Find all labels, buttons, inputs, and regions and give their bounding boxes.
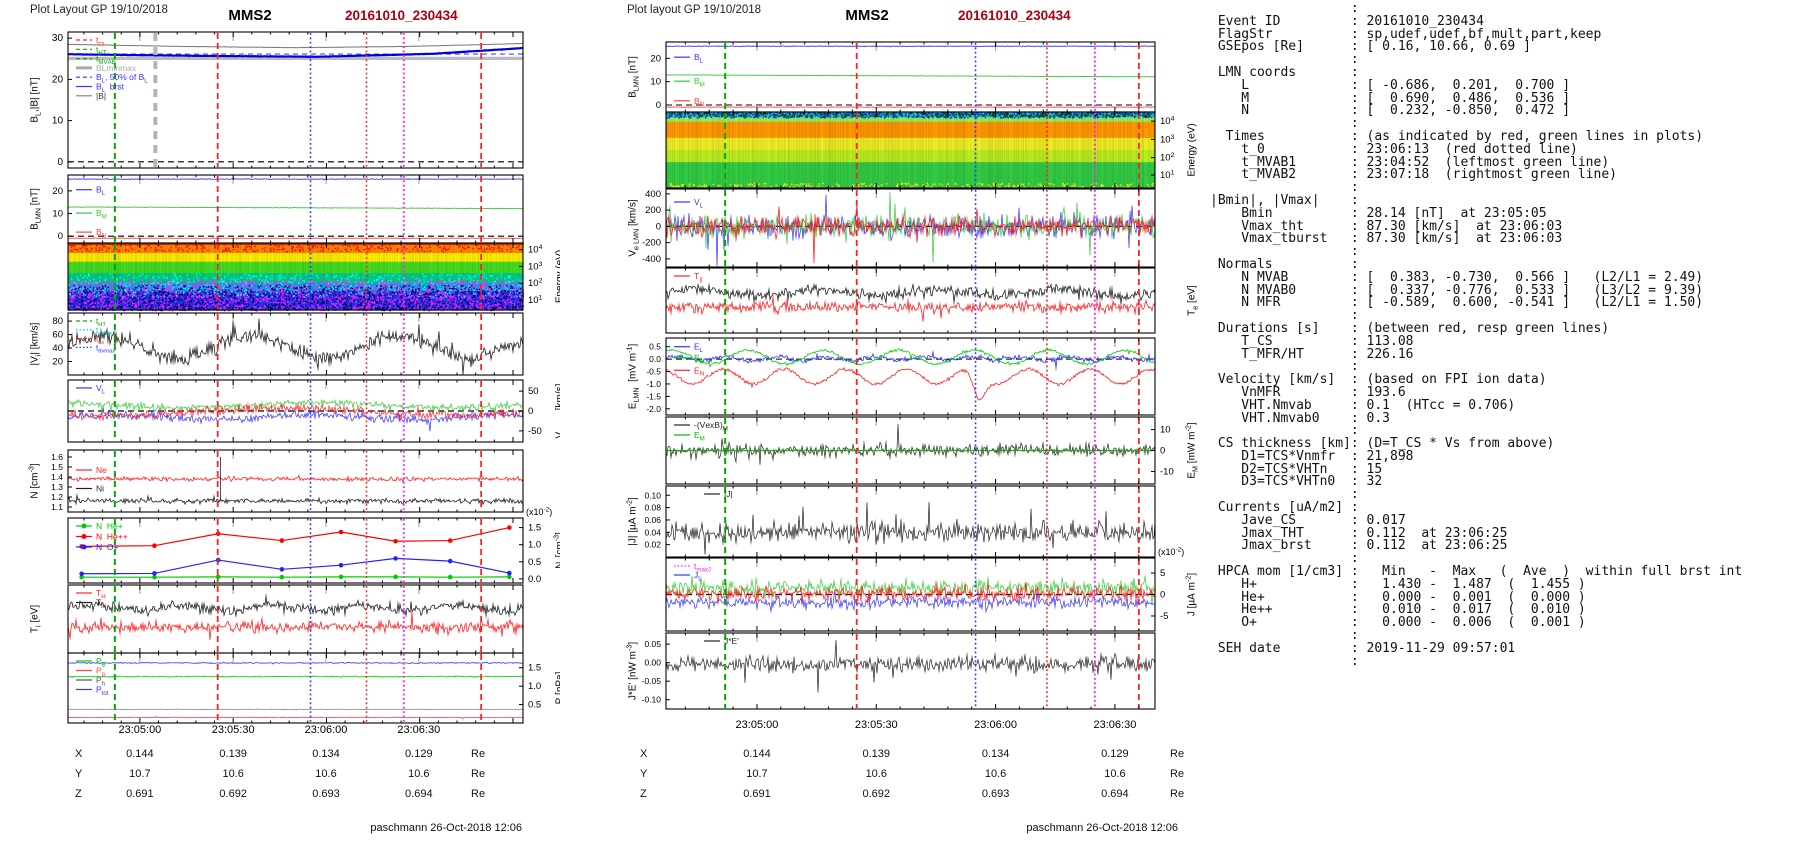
plot-footer: paschmann 26-Oct-2018 12:06 [1026,822,1178,834]
middle-plot-canvas [590,28,1204,818]
info-text: : Event ID : 20161010_230434 FlagStr : s… [1210,3,1804,668]
left-plot-canvas [0,28,560,818]
left-plot-column: Plot Layout GP 19/10/2018 MMS2 20161010_… [0,0,560,841]
info-panel: : Event ID : 20161010_230434 FlagStr : s… [1204,0,1804,841]
plot-footer: paschmann 26-Oct-2018 12:06 [370,822,522,834]
event-id: 20161010_230434 [345,8,458,23]
event-id: 20161010_230434 [958,8,1071,23]
middle-plot-column: Plot layout GP 19/10/2018 MMS2 20161010_… [590,0,1204,841]
